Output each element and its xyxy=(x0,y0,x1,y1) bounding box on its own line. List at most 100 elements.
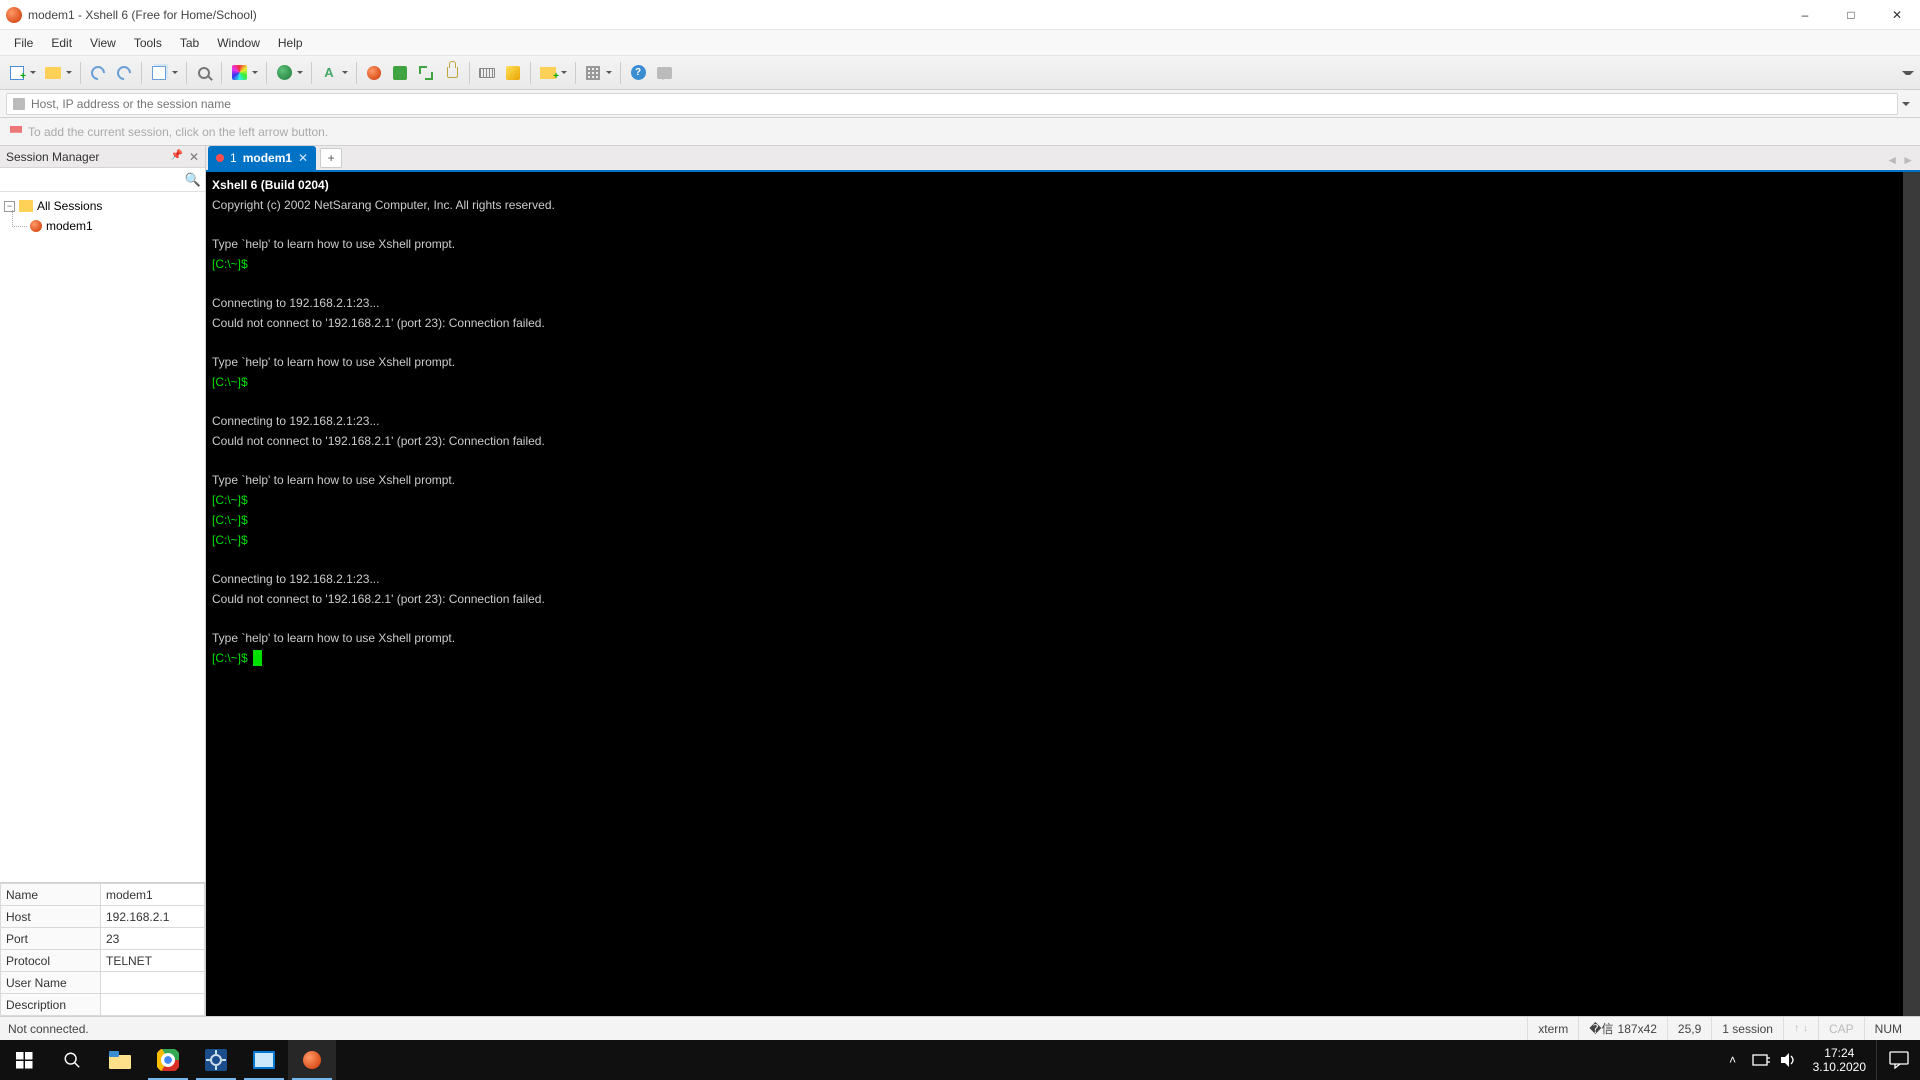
session-properties: Namemodem1 Host192.168.2.1 Port23 Protoc… xyxy=(0,882,205,1016)
font-button[interactable]: A xyxy=(318,62,350,84)
new-tab-button[interactable]: + xyxy=(320,148,342,168)
tree-root[interactable]: − All Sessions xyxy=(2,196,203,216)
system-clock[interactable]: 17:24 3.10.2020 xyxy=(1803,1046,1876,1074)
session-search-input[interactable] xyxy=(4,173,185,187)
taskbar-xshell-button[interactable] xyxy=(288,1040,336,1080)
hint-text: To add the current session, click on the… xyxy=(28,125,328,139)
flag-icon xyxy=(10,126,22,138)
highlight-button[interactable] xyxy=(502,62,524,84)
address-dropdown-button[interactable] xyxy=(1898,98,1914,110)
xshell-button[interactable] xyxy=(363,62,385,84)
terminal-scrollbar[interactable] xyxy=(1903,172,1920,1016)
menu-file[interactable]: File xyxy=(6,33,41,53)
terminal-line: Connecting to 192.168.2.1:23... xyxy=(212,572,379,586)
toolbar-overflow-button[interactable] xyxy=(1902,67,1914,79)
prop-val: 23 xyxy=(101,928,205,950)
toolbar-separator xyxy=(575,62,576,84)
address-input-wrapper[interactable] xyxy=(6,93,1898,115)
status-terminal-size: �信 187x42 xyxy=(1578,1017,1667,1040)
tray-volume-icon[interactable] xyxy=(1775,1040,1803,1080)
new-session-button[interactable] xyxy=(6,62,38,84)
status-sessions: 1 session xyxy=(1711,1017,1783,1040)
color-scheme-button[interactable] xyxy=(228,62,260,84)
fullscreen-button[interactable] xyxy=(415,62,437,84)
menu-view[interactable]: View xyxy=(82,33,124,53)
terminal-cursor xyxy=(253,650,262,666)
session-manager-title: Session Manager xyxy=(6,150,99,164)
tab-close-button[interactable]: ✕ xyxy=(298,151,308,165)
tray-network-icon[interactable] xyxy=(1747,1040,1775,1080)
clock-time: 17:24 xyxy=(1813,1046,1866,1060)
start-button[interactable] xyxy=(0,1040,48,1080)
app-logo-icon xyxy=(6,7,22,23)
search-icon[interactable]: 🔍 xyxy=(185,172,201,188)
help-button[interactable]: ? xyxy=(627,62,649,84)
toolbar-separator xyxy=(221,62,222,84)
taskbar-chrome-button[interactable] xyxy=(144,1040,192,1080)
tab-next-button[interactable]: ► xyxy=(1902,153,1914,167)
tab-index: 1 xyxy=(230,151,237,165)
chat-button[interactable] xyxy=(653,62,675,84)
new-folder-button[interactable] xyxy=(537,62,569,84)
menu-bar: File Edit View Tools Tab Window Help xyxy=(0,30,1920,56)
pin-icon[interactable]: 📌 xyxy=(170,150,182,164)
disconnect-button[interactable] xyxy=(113,62,135,84)
menu-help[interactable]: Help xyxy=(270,33,311,53)
status-capslock: CAP xyxy=(1818,1017,1864,1040)
globe-button[interactable] xyxy=(273,62,305,84)
terminal[interactable]: Xshell 6 (Build 0204) Copyright (c) 2002… xyxy=(206,172,1920,1016)
find-button[interactable] xyxy=(193,62,215,84)
terminal-line: Type `help' to learn how to use Xshell p… xyxy=(212,237,455,251)
prop-row: Description xyxy=(1,994,205,1016)
taskbar-settings-button[interactable] xyxy=(192,1040,240,1080)
xftp-button[interactable] xyxy=(389,62,411,84)
toolbar-separator xyxy=(469,62,470,84)
prop-row: User Name xyxy=(1,972,205,994)
notification-button[interactable] xyxy=(1876,1040,1920,1080)
tree-session-item[interactable]: modem1 xyxy=(2,216,203,236)
taskbar-app-button[interactable] xyxy=(240,1040,288,1080)
menu-tab[interactable]: Tab xyxy=(172,33,207,53)
toolbar: A ? xyxy=(0,56,1920,90)
status-cursor-pos: 25,9 xyxy=(1667,1017,1711,1040)
tab-prev-button[interactable]: ◄ xyxy=(1886,153,1898,167)
terminal-line: Copyright (c) 2002 NetSarang Computer, I… xyxy=(212,198,555,212)
lock-button[interactable] xyxy=(441,62,463,84)
toolbar-separator xyxy=(80,62,81,84)
session-tab[interactable]: 1 modem1 ✕ xyxy=(208,146,316,170)
menu-window[interactable]: Window xyxy=(209,33,268,53)
status-numlock: NUM xyxy=(1864,1017,1912,1040)
prop-key: User Name xyxy=(1,972,101,994)
menu-edit[interactable]: Edit xyxy=(43,33,80,53)
window-maximize-button[interactable]: □ xyxy=(1828,0,1874,30)
close-panel-button[interactable]: ✕ xyxy=(189,150,199,164)
window-minimize-button[interactable]: ‒ xyxy=(1782,0,1828,30)
tab-nav: ◄ ► xyxy=(1886,153,1914,167)
session-icon xyxy=(30,220,42,232)
terminal-prompt: [C:\~]$ xyxy=(212,493,251,507)
tray-expand-button[interactable]: ˄ xyxy=(1719,1040,1747,1080)
taskbar-search-button[interactable] xyxy=(48,1040,96,1080)
window-title: modem1 - Xshell 6 (Free for Home/School) xyxy=(28,8,257,22)
copy-button[interactable] xyxy=(148,62,180,84)
prop-row: Namemodem1 xyxy=(1,884,205,906)
tab-status-icon xyxy=(216,154,224,162)
reconnect-button[interactable] xyxy=(87,62,109,84)
layout-button[interactable] xyxy=(582,62,614,84)
prop-key: Protocol xyxy=(1,950,101,972)
menu-tools[interactable]: Tools xyxy=(126,33,170,53)
keyboard-button[interactable] xyxy=(476,62,498,84)
session-search: 🔍 xyxy=(0,168,205,192)
address-input[interactable] xyxy=(31,97,1891,111)
open-session-button[interactable] xyxy=(42,62,74,84)
prop-val xyxy=(101,994,205,1016)
host-icon xyxy=(13,98,25,110)
prop-val: modem1 xyxy=(101,884,205,906)
toolbar-separator xyxy=(266,62,267,84)
terminal-prompt: [C:\~]$ xyxy=(212,257,251,271)
window-close-button[interactable]: ✕ xyxy=(1874,0,1920,30)
taskbar-explorer-button[interactable] xyxy=(96,1040,144,1080)
prop-key: Host xyxy=(1,906,101,928)
terminal-line: Connecting to 192.168.2.1:23... xyxy=(212,296,379,310)
tab-bar: 1 modem1 ✕ + ◄ ► xyxy=(206,146,1920,172)
